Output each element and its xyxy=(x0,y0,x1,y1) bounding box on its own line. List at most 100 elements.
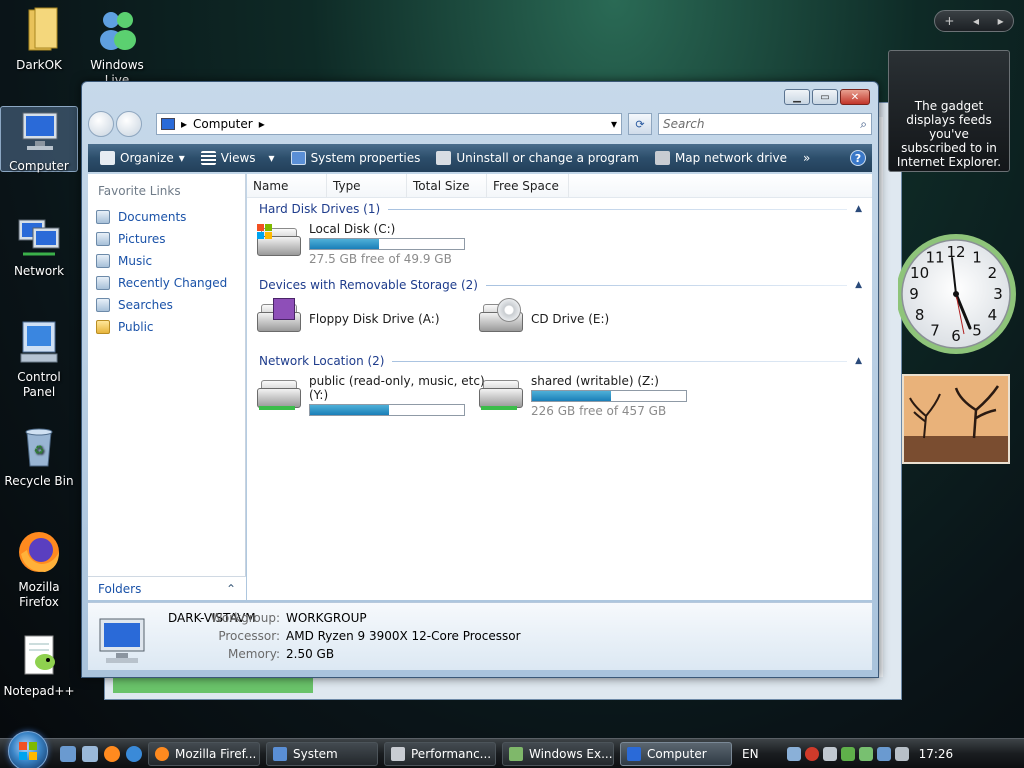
views-button[interactable]: Views ▾ xyxy=(195,146,281,170)
folders-toggle[interactable]: Folders ⌃ xyxy=(88,576,246,600)
feed-headlines-gadget[interactable]: The gadget displays feeds you've subscri… xyxy=(888,50,1010,172)
nav-link-pictures[interactable]: Pictures xyxy=(88,228,245,250)
clock-number: 11 xyxy=(925,249,944,267)
clock-number: 10 xyxy=(910,264,929,282)
taskbar-button-system[interactable]: System xyxy=(266,741,378,766)
group-header-removable[interactable]: Devices with Removable Storage (2) ▲ xyxy=(259,276,862,294)
column-free-space[interactable]: Free Space xyxy=(487,174,569,197)
favorite-links-heading: Favorite Links xyxy=(98,184,181,198)
taskbar-button-performance[interactable]: Performanc... xyxy=(384,741,496,766)
close-button[interactable]: ✕ xyxy=(840,89,870,105)
computer-icon xyxy=(94,615,154,667)
details-pane: DARK-VISTAVM Workgroup: WORKGROUP Proces… xyxy=(88,602,872,670)
clock-number: 12 xyxy=(946,243,965,261)
desktop-icon-control-panel[interactable]: Control Panel xyxy=(0,318,78,400)
organize-button[interactable]: Organize ▾ xyxy=(94,146,191,170)
clock-gadget[interactable]: 12 1 2 3 4 5 6 7 8 9 10 11 xyxy=(896,228,1016,358)
drive-item-a[interactable]: Floppy Disk Drive (A:) xyxy=(255,298,440,338)
nav-link-recently-changed[interactable]: Recently Changed xyxy=(88,272,245,294)
detail-value: WORKGROUP xyxy=(286,611,367,625)
toolbar-overflow-button[interactable]: » xyxy=(797,146,816,170)
explorer-window[interactable]: ▁ ▭ ✕ ▸ Computer ▸ ▾ ⟳ Search ⌕ Organize… xyxy=(81,81,879,678)
search-icon[interactable]: ⌕ xyxy=(860,117,867,132)
collapse-icon[interactable]: ▲ xyxy=(855,204,862,214)
drive-usage-fill xyxy=(532,391,611,401)
nav-link-public[interactable]: Public xyxy=(88,316,245,338)
tray-monitor-icon[interactable] xyxy=(876,746,891,761)
tray-user-icon[interactable] xyxy=(858,746,873,761)
recently-changed-icon xyxy=(96,276,110,290)
search-input[interactable]: Search ⌕ xyxy=(658,113,872,135)
drive-usage-bar xyxy=(309,404,465,416)
command-bar: Organize ▾ Views ▾ System properties Uni… xyxy=(88,144,872,172)
collapse-icon[interactable]: ▲ xyxy=(855,356,862,366)
column-header: Name Type Total Size Free Space xyxy=(247,174,872,198)
nav-link-music[interactable]: Music xyxy=(88,250,245,272)
minimize-button[interactable]: ▁ xyxy=(784,89,810,105)
collapse-icon[interactable]: ▲ xyxy=(855,280,862,290)
column-total-size[interactable]: Total Size xyxy=(407,174,487,197)
breadcrumb-arrow-icon[interactable]: ▸ xyxy=(259,117,265,131)
ie-quicklaunch-icon[interactable] xyxy=(126,745,142,762)
system-properties-button[interactable]: System properties xyxy=(285,146,427,170)
drive-item-y[interactable]: public (read-only, music, etc) (Y:) xyxy=(255,374,485,416)
nav-link-searches[interactable]: Searches xyxy=(88,294,245,316)
help-button[interactable]: ? xyxy=(850,150,866,166)
back-button[interactable] xyxy=(88,111,114,137)
group-header-network[interactable]: Network Location (2) ▲ xyxy=(259,352,862,370)
address-bar[interactable]: ▸ Computer ▸ ▾ xyxy=(156,113,622,135)
drive-name: shared (writable) (Z:) xyxy=(531,374,659,388)
tray-security-icon[interactable] xyxy=(804,746,819,761)
start-button[interactable] xyxy=(8,730,48,768)
uninstall-button[interactable]: Uninstall or change a program xyxy=(430,146,645,170)
drive-item-z[interactable]: shared (writable) (Z:) 226 GB free of 45… xyxy=(477,374,687,418)
network-drive-icon xyxy=(477,374,525,414)
system-tray xyxy=(786,746,909,761)
address-dropdown-icon[interactable]: ▾ xyxy=(611,117,617,131)
taskbar-button-windows-explorer[interactable]: Windows Ex... xyxy=(502,741,614,766)
add-gadget-button[interactable]: + xyxy=(944,14,954,28)
language-indicator[interactable]: EN xyxy=(742,747,759,761)
group-title: Devices with Removable Storage (2) xyxy=(259,278,478,292)
desktop-icon-notepadpp[interactable]: Notepad++ xyxy=(0,632,78,699)
taskbar-button-computer[interactable]: Computer xyxy=(620,741,732,766)
desktop-icon-computer[interactable]: Computer xyxy=(0,106,78,173)
tray-flag-icon[interactable] xyxy=(822,746,837,761)
map-network-drive-button[interactable]: Map network drive xyxy=(649,146,793,170)
firefox-quicklaunch-icon[interactable] xyxy=(104,745,120,762)
nav-link-documents[interactable]: Documents xyxy=(88,206,245,228)
system-properties-icon xyxy=(290,151,306,165)
desktop-icon-label: Network xyxy=(13,264,65,278)
column-name[interactable]: Name xyxy=(247,174,327,197)
desktop-icon-label: Computer xyxy=(9,159,69,173)
show-desktop-icon[interactable] xyxy=(60,745,76,762)
firefox-icon xyxy=(15,528,63,576)
previous-gadget-icon[interactable]: ◂ xyxy=(973,14,979,28)
desktop-icon-recycle-bin[interactable]: ♻ Recycle Bin xyxy=(0,422,78,489)
desktop-icon-network[interactable]: Network xyxy=(0,212,78,279)
refresh-button[interactable]: ⟳ xyxy=(628,113,652,135)
drive-item-e[interactable]: CD Drive (E:) xyxy=(477,298,609,338)
switch-windows-icon[interactable] xyxy=(82,745,98,762)
column-type[interactable]: Type xyxy=(327,174,407,197)
quick-launch xyxy=(60,745,142,762)
next-gadget-icon[interactable]: ▸ xyxy=(998,14,1004,28)
taskbar-button-firefox[interactable]: Mozilla Firef... xyxy=(148,741,260,766)
clock-number: 2 xyxy=(988,264,998,282)
tray-network-icon[interactable] xyxy=(786,746,801,761)
forward-button[interactable] xyxy=(116,111,142,137)
breadcrumb[interactable]: Computer xyxy=(193,117,253,131)
group-header-hdd[interactable]: Hard Disk Drives (1) ▲ xyxy=(259,200,862,218)
search-placeholder: Search xyxy=(663,117,705,131)
desktop-icon-firefox[interactable]: Mozilla Firefox xyxy=(0,528,78,610)
desktop-icon-darkok[interactable]: DarkOK xyxy=(0,6,78,73)
maximize-button[interactable]: ▭ xyxy=(812,89,838,105)
tray-volume-icon[interactable] xyxy=(894,746,909,761)
slideshow-gadget[interactable] xyxy=(902,374,1010,464)
detail-key: Memory: xyxy=(228,647,280,661)
drive-letter: (Y:) xyxy=(309,388,329,402)
drive-item-c[interactable]: Local Disk (C:) 27.5 GB free of 49.9 GB xyxy=(255,222,465,266)
tray-update-icon[interactable] xyxy=(840,746,855,761)
clock-time[interactable]: 17:26 xyxy=(919,747,954,761)
breadcrumb-separator-icon: ▸ xyxy=(181,117,188,131)
